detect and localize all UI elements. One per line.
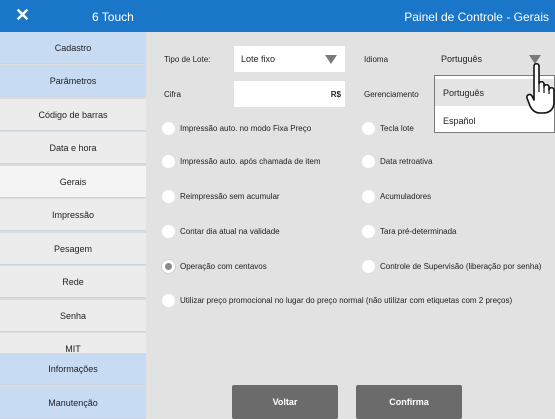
tipo-lote-value: Lote fixo	[241, 54, 276, 64]
radio-button[interactable]	[162, 225, 175, 238]
sidebar-item-parametros[interactable]: Parâmetros	[0, 65, 146, 97]
sidebar-item-cadastro[interactable]: Cadastro	[0, 32, 146, 64]
radio-button-checked[interactable]	[162, 260, 175, 273]
sidebar-item-label: Data e hora	[49, 142, 97, 153]
sidebar-item-pesagem[interactable]: Pesagem	[0, 233, 146, 265]
option-label: Acumuladores	[380, 192, 432, 201]
sidebar-item-informacoes[interactable]: Informações	[0, 353, 146, 385]
sidebar-item-label: Senha	[59, 310, 87, 321]
sidebar-item-data-e-hora[interactable]: Data e hora	[0, 132, 146, 164]
sidebar-item-rede[interactable]: Rede	[0, 266, 146, 298]
sidebar-item-gerais[interactable]: Gerais	[0, 166, 146, 198]
sidebar-item-label: Gerais	[59, 176, 87, 187]
option-label: Tecla lote	[380, 124, 414, 133]
option-label: Impressão auto. no modo Fixa Preço	[180, 124, 312, 133]
radio-button[interactable]	[362, 122, 375, 135]
sidebar-item-manutencao[interactable]: Manutenção	[0, 387, 146, 419]
option-label: Impressão auto. após chamada de item	[180, 157, 321, 166]
option-impressao-chamada[interactable]: Impressão auto. após chamada de item	[162, 155, 321, 168]
sidebar-item-label: Informações	[48, 363, 98, 374]
option-supervisao[interactable]: Controle de Supervisão (liberação por se…	[362, 260, 541, 273]
radio-button[interactable]	[162, 155, 175, 168]
radio-button[interactable]	[362, 260, 375, 273]
option-label: Reimpressão sem acumular	[180, 192, 280, 201]
tipo-lote-select[interactable]: Lote fixo	[234, 46, 345, 72]
sidebar-item-label: Cadastro	[54, 42, 92, 53]
sidebar-item-senha[interactable]: Senha	[0, 300, 146, 332]
option-label: Utilizar preço promocional no lugar do p…	[180, 296, 513, 305]
radio-button[interactable]	[162, 294, 175, 307]
sidebar-item-label: Manutenção	[48, 397, 98, 408]
sidebar-item-impressao[interactable]: Impressão	[0, 199, 146, 231]
option-tara[interactable]: Tara pré-determinada	[362, 225, 456, 238]
option-promocional[interactable]: Utilizar preço promocional no lugar do p…	[162, 294, 512, 307]
idioma-label: Idioma	[364, 55, 389, 64]
app-title: 6 Touch	[92, 10, 134, 24]
tipo-lote-label: Tipo de Lote:	[164, 55, 211, 64]
option-label: Controle de Supervisão (liberação por se…	[380, 262, 542, 271]
option-centavos[interactable]: Operação com centavos	[162, 260, 267, 273]
radio-button[interactable]	[162, 190, 175, 203]
option-reimpressao[interactable]: Reimpressão sem acumular	[162, 190, 280, 203]
sidebar-item-label: MIT	[65, 343, 81, 354]
sidebar-item-label: Impressão	[51, 209, 95, 220]
cifra-value: R$	[330, 90, 341, 99]
option-label: Tara pré-determinada	[380, 227, 457, 236]
option-acumuladores[interactable]: Acumuladores	[362, 190, 431, 203]
gerenciamento-label: Gerenciamento	[364, 90, 419, 99]
option-label: Data retroativa	[380, 157, 433, 166]
option-label: Operação com centavos	[180, 262, 267, 271]
option-impressao-fixa[interactable]: Impressão auto. no modo Fixa Preço	[162, 122, 311, 135]
cifra-label: Cifra	[164, 90, 181, 99]
radio-button[interactable]	[362, 190, 375, 203]
page-title: Painel de Controle - Gerais	[404, 10, 549, 24]
hand-cursor-icon	[526, 62, 555, 114]
sidebar-item-codigo-de-barras[interactable]: Código de barras	[0, 99, 146, 131]
radio-button[interactable]	[362, 155, 375, 168]
radio-button[interactable]	[362, 225, 375, 238]
option-data-retroativa[interactable]: Data retroativa	[362, 155, 432, 168]
close-icon[interactable]: ✕	[15, 5, 30, 25]
chevron-down-icon	[325, 55, 337, 64]
title-bar: ✕ 6 Touch Painel de Controle - Gerais	[0, 0, 555, 32]
sidebar-item-label: Rede	[62, 276, 84, 287]
option-contar-dia[interactable]: Contar dia atual na validade	[162, 225, 280, 238]
sidebar-item-label: Código de barras	[38, 109, 108, 120]
option-tecla-lote[interactable]: Tecla lote	[362, 122, 414, 135]
idioma-value: Português	[441, 54, 483, 64]
confirm-button[interactable]: Confirma	[356, 385, 462, 419]
radio-button[interactable]	[162, 122, 175, 135]
sidebar-item-label: Pesagem	[53, 243, 93, 254]
sidebar-item-label: Parâmetros	[49, 75, 97, 86]
back-button[interactable]: Voltar	[232, 385, 338, 419]
option-label: Contar dia atual na validade	[180, 227, 280, 236]
cifra-input[interactable]: R$	[234, 81, 345, 107]
sidebar: Cadastro Parâmetros Código de barras Dat…	[0, 32, 146, 419]
